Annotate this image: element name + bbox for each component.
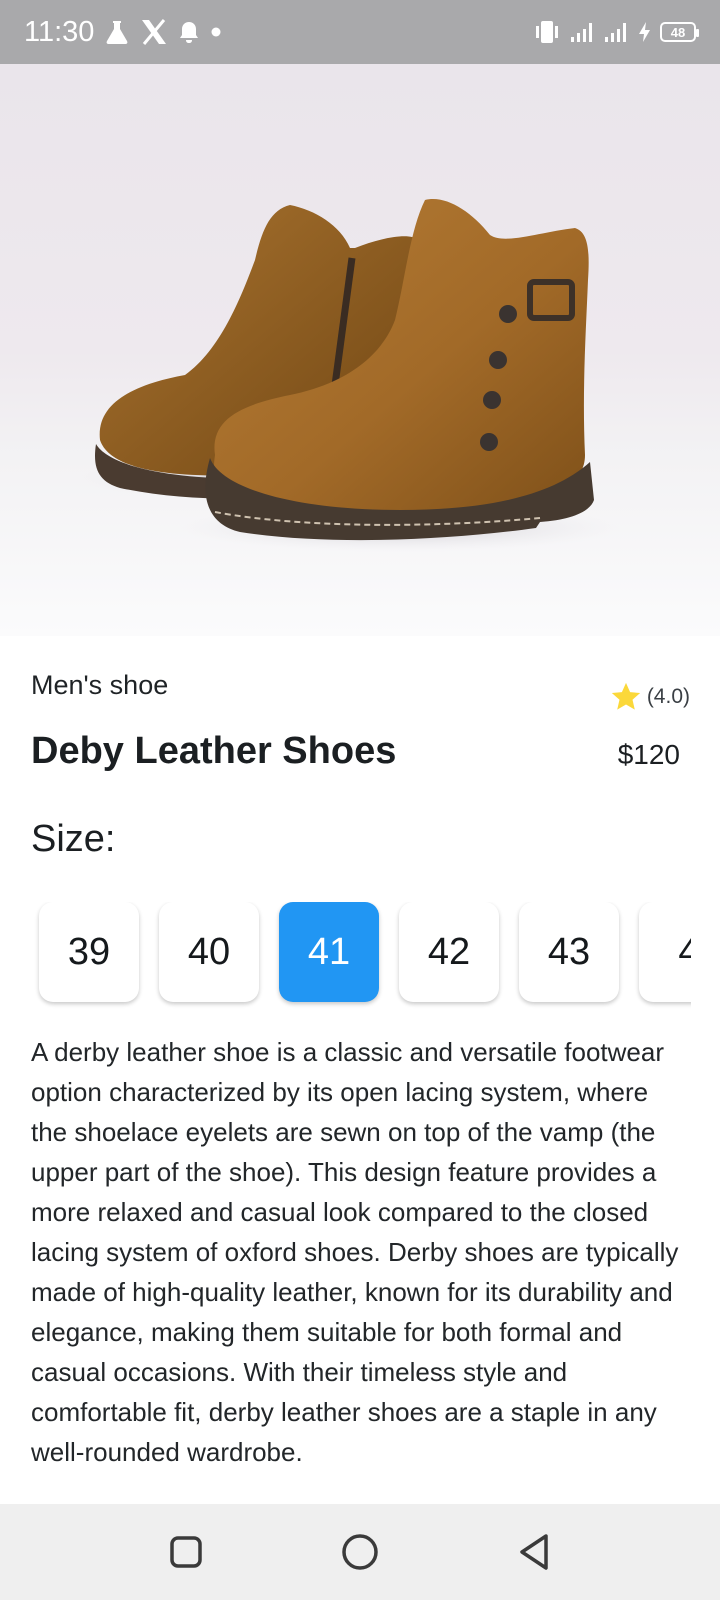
signal-icon: [604, 21, 630, 43]
home-circle-icon[interactable]: [336, 1528, 384, 1576]
flask-icon: [104, 19, 130, 45]
product-details: Men's shoe (4.0) Deby Leather Shoes $120…: [0, 636, 720, 1504]
recents-square-icon[interactable]: [162, 1528, 210, 1576]
size-selector[interactable]: 39 40 41 42 43 4: [31, 902, 691, 1014]
x-logo-icon: [140, 19, 168, 45]
dot-icon: [210, 26, 222, 38]
vibrate-icon: [532, 20, 562, 44]
size-option-42[interactable]: 42: [399, 902, 499, 1002]
system-navigation-bar: [0, 1504, 720, 1600]
size-label: Size:: [31, 818, 116, 860]
size-option-partial[interactable]: 4: [639, 902, 691, 1002]
star-icon: [611, 682, 640, 710]
size-option-39[interactable]: 39: [39, 902, 139, 1002]
status-time: 11:30: [24, 15, 95, 48]
size-option-40[interactable]: 40: [159, 902, 259, 1002]
rating-value: (4.0): [646, 685, 690, 708]
status-bar: 11:30 48: [0, 0, 720, 64]
battery-level: 48: [670, 24, 686, 40]
charging-icon: [638, 21, 652, 43]
signal-icon: [570, 21, 596, 43]
boots-illustration: [80, 199, 620, 552]
product-image: [0, 0, 720, 636]
product-category: Men's shoe: [31, 670, 169, 700]
product-rating: (4.0): [609, 680, 690, 714]
back-triangle-icon[interactable]: [510, 1528, 558, 1576]
product-price: $120: [617, 739, 680, 770]
product-description: A derby leather shoe is a classic and ve…: [31, 1037, 679, 1467]
size-option-41-selected[interactable]: 41: [279, 902, 379, 1002]
size-option-43[interactable]: 43: [519, 902, 619, 1002]
product-title: Deby Leather Shoes: [31, 730, 397, 772]
notification-bell-icon: [178, 20, 200, 44]
battery-icon: 48: [660, 22, 699, 42]
